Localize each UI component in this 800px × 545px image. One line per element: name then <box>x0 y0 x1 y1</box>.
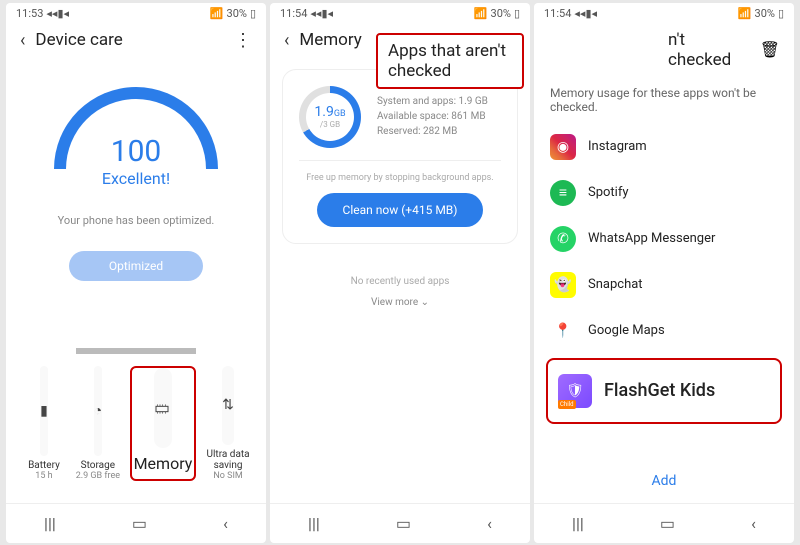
stat-reserved: Reserved: 282 MB <box>377 124 488 139</box>
nav-back-icon[interactable]: ‹ <box>223 514 228 533</box>
notify-icon: ◂◂▮◂ <box>310 7 333 20</box>
tile-memory[interactable] <box>154 368 172 448</box>
battery-text: 30% <box>491 7 511 20</box>
add-button[interactable]: Add <box>534 459 794 503</box>
header: ‹ Device care ⋮ <box>6 24 266 57</box>
battery-icon: ▯ <box>514 7 520 20</box>
header: n't checked 🗑 <box>534 24 794 76</box>
recents-icon[interactable]: ||| <box>308 514 320 533</box>
tile-storage-label: Storage <box>81 460 115 471</box>
spotify-icon: ≡ <box>550 180 576 206</box>
app-row-flashget-kids[interactable]: 🛡Child FlashGet Kids <box>546 358 782 424</box>
clock: 11:54 <box>280 7 307 20</box>
tile-ultra-label: Ultra data saving <box>204 449 252 471</box>
memory-icon <box>154 401 172 415</box>
instagram-icon: ◉ <box>550 134 576 160</box>
tile-storage[interactable]: ◔ <box>94 366 102 456</box>
child-badge: Child <box>558 400 576 409</box>
recents-icon[interactable]: ||| <box>44 514 56 533</box>
nav-back-icon[interactable]: ‹ <box>487 514 492 533</box>
back-icon[interactable]: ‹ <box>20 30 25 51</box>
storage-icon: ◔ <box>94 402 102 419</box>
care-tiles: ▮ Battery 15 h ◔ Storage 2.9 GB free Mem… <box>6 354 266 493</box>
no-recent-text: No recently used apps <box>270 276 530 287</box>
app-label: FlashGet Kids <box>604 380 715 401</box>
score-label: Excellent! <box>6 169 266 188</box>
app-label: Google Maps <box>588 323 665 338</box>
whatsapp-icon: ✆ <box>550 226 576 252</box>
ultra-data-icon: ⇅ <box>222 397 234 413</box>
tile-ultra-data[interactable]: ⇅ <box>222 366 234 445</box>
home-icon[interactable]: ▭ <box>660 514 675 533</box>
status-bar: 11:53◂◂▮◂ 📶30%▯ <box>6 3 266 24</box>
optimization-status: Your phone has been optimized. <box>6 214 266 227</box>
tile-battery-sub: 15 h <box>35 471 52 481</box>
status-bar: 11:54◂◂▮◂ 📶30%▯ <box>270 3 530 24</box>
notify-icon: ◂◂▮◂ <box>574 7 597 20</box>
divider <box>299 160 501 161</box>
nav-bar: ||| ▭ ‹ <box>6 503 266 543</box>
trash-icon[interactable]: 🗑 <box>760 40 780 59</box>
memory-card: 1.9GB /3 GB System and apps: 1.9 GB Avai… <box>282 69 518 244</box>
page-title: n't checked <box>668 30 750 70</box>
signal-icon: 📶 <box>210 7 224 20</box>
signal-icon: 📶 <box>474 7 488 20</box>
screen-device-care: 11:53◂◂▮◂ 📶30%▯ ‹ Device care ⋮ 100 Exce… <box>6 3 266 543</box>
memory-used: 1.9GB <box>314 104 345 120</box>
tile-memory-highlight: Memory <box>130 366 196 481</box>
nav-bar: ||| ▭ ‹ <box>534 503 794 543</box>
battery-icon: ▯ <box>250 7 256 20</box>
tile-battery-label: Battery <box>28 460 60 471</box>
snapchat-icon: 👻 <box>550 272 576 298</box>
page-title: Memory <box>299 30 361 50</box>
app-row-google-maps[interactable]: 📍 Google Maps <box>534 308 794 354</box>
score-value: 100 <box>111 134 162 169</box>
clock: 11:54 <box>544 7 571 20</box>
more-icon[interactable]: ⋮ <box>234 30 252 51</box>
memory-total: /3 GB <box>320 120 340 129</box>
battery-icon: ▯ <box>778 7 784 20</box>
clock: 11:53 <box>16 7 43 20</box>
flashget-kids-icon: 🛡Child <box>558 374 592 408</box>
view-more-button[interactable]: View more ⌄ <box>270 297 530 308</box>
screen-apps-not-checked: 11:54◂◂▮◂ 📶30%▯ n't checked 🗑 Memory usa… <box>534 3 794 543</box>
app-row-spotify[interactable]: ≡ Spotify <box>534 170 794 216</box>
status-bar: 11:54◂◂▮◂ 📶30%▯ <box>534 3 794 24</box>
tile-storage-sub: 2.9 GB free <box>76 471 120 481</box>
memory-hint: Free up memory by stopping background ap… <box>299 173 501 183</box>
nav-bar: ||| ▭ ‹ <box>270 503 530 543</box>
description: Memory usage for these apps won't be che… <box>534 76 794 124</box>
screen-memory: 11:54◂◂▮◂ 📶30%▯ ‹ Memory Apps that aren'… <box>270 3 530 543</box>
notify-icon: ◂◂▮◂ <box>46 7 69 20</box>
memory-ring: 1.9GB /3 GB <box>299 86 361 148</box>
battery-text: 30% <box>755 7 775 20</box>
app-label: Instagram <box>588 139 647 154</box>
app-row-instagram[interactable]: ◉ Instagram <box>534 124 794 170</box>
app-label: Spotify <box>588 185 629 200</box>
memory-stats: System and apps: 1.9 GB Available space:… <box>377 94 488 139</box>
app-label: Snapchat <box>588 277 643 292</box>
signal-icon: 📶 <box>738 7 752 20</box>
battery-text: 30% <box>227 7 247 20</box>
tile-ultra-sub: No SIM <box>213 471 242 481</box>
stat-available: Available space: 861 MB <box>377 109 488 124</box>
recents-icon[interactable]: ||| <box>572 514 584 533</box>
app-row-whatsapp[interactable]: ✆ WhatsApp Messenger <box>534 216 794 262</box>
back-icon[interactable]: ‹ <box>284 30 289 51</box>
optimization-gauge: 100 Excellent! <box>6 87 266 188</box>
nav-back-icon[interactable]: ‹ <box>751 514 756 533</box>
battery-icon: ▮ <box>40 403 48 419</box>
page-title: Device care <box>35 30 122 50</box>
home-icon[interactable]: ▭ <box>132 514 147 533</box>
app-row-snapchat[interactable]: 👻 Snapchat <box>534 262 794 308</box>
callout-apps-not-checked: Apps that aren't checked <box>376 33 524 89</box>
tile-battery[interactable]: ▮ <box>40 366 48 456</box>
stat-system: System and apps: 1.9 GB <box>377 94 488 109</box>
app-label: WhatsApp Messenger <box>588 231 715 246</box>
clean-now-button[interactable]: Clean now (+415 MB) <box>317 193 484 227</box>
google-maps-icon: 📍 <box>550 318 576 344</box>
optimize-button[interactable]: Optimized <box>69 251 203 281</box>
home-icon[interactable]: ▭ <box>396 514 411 533</box>
tile-memory-label: Memory <box>134 454 193 473</box>
